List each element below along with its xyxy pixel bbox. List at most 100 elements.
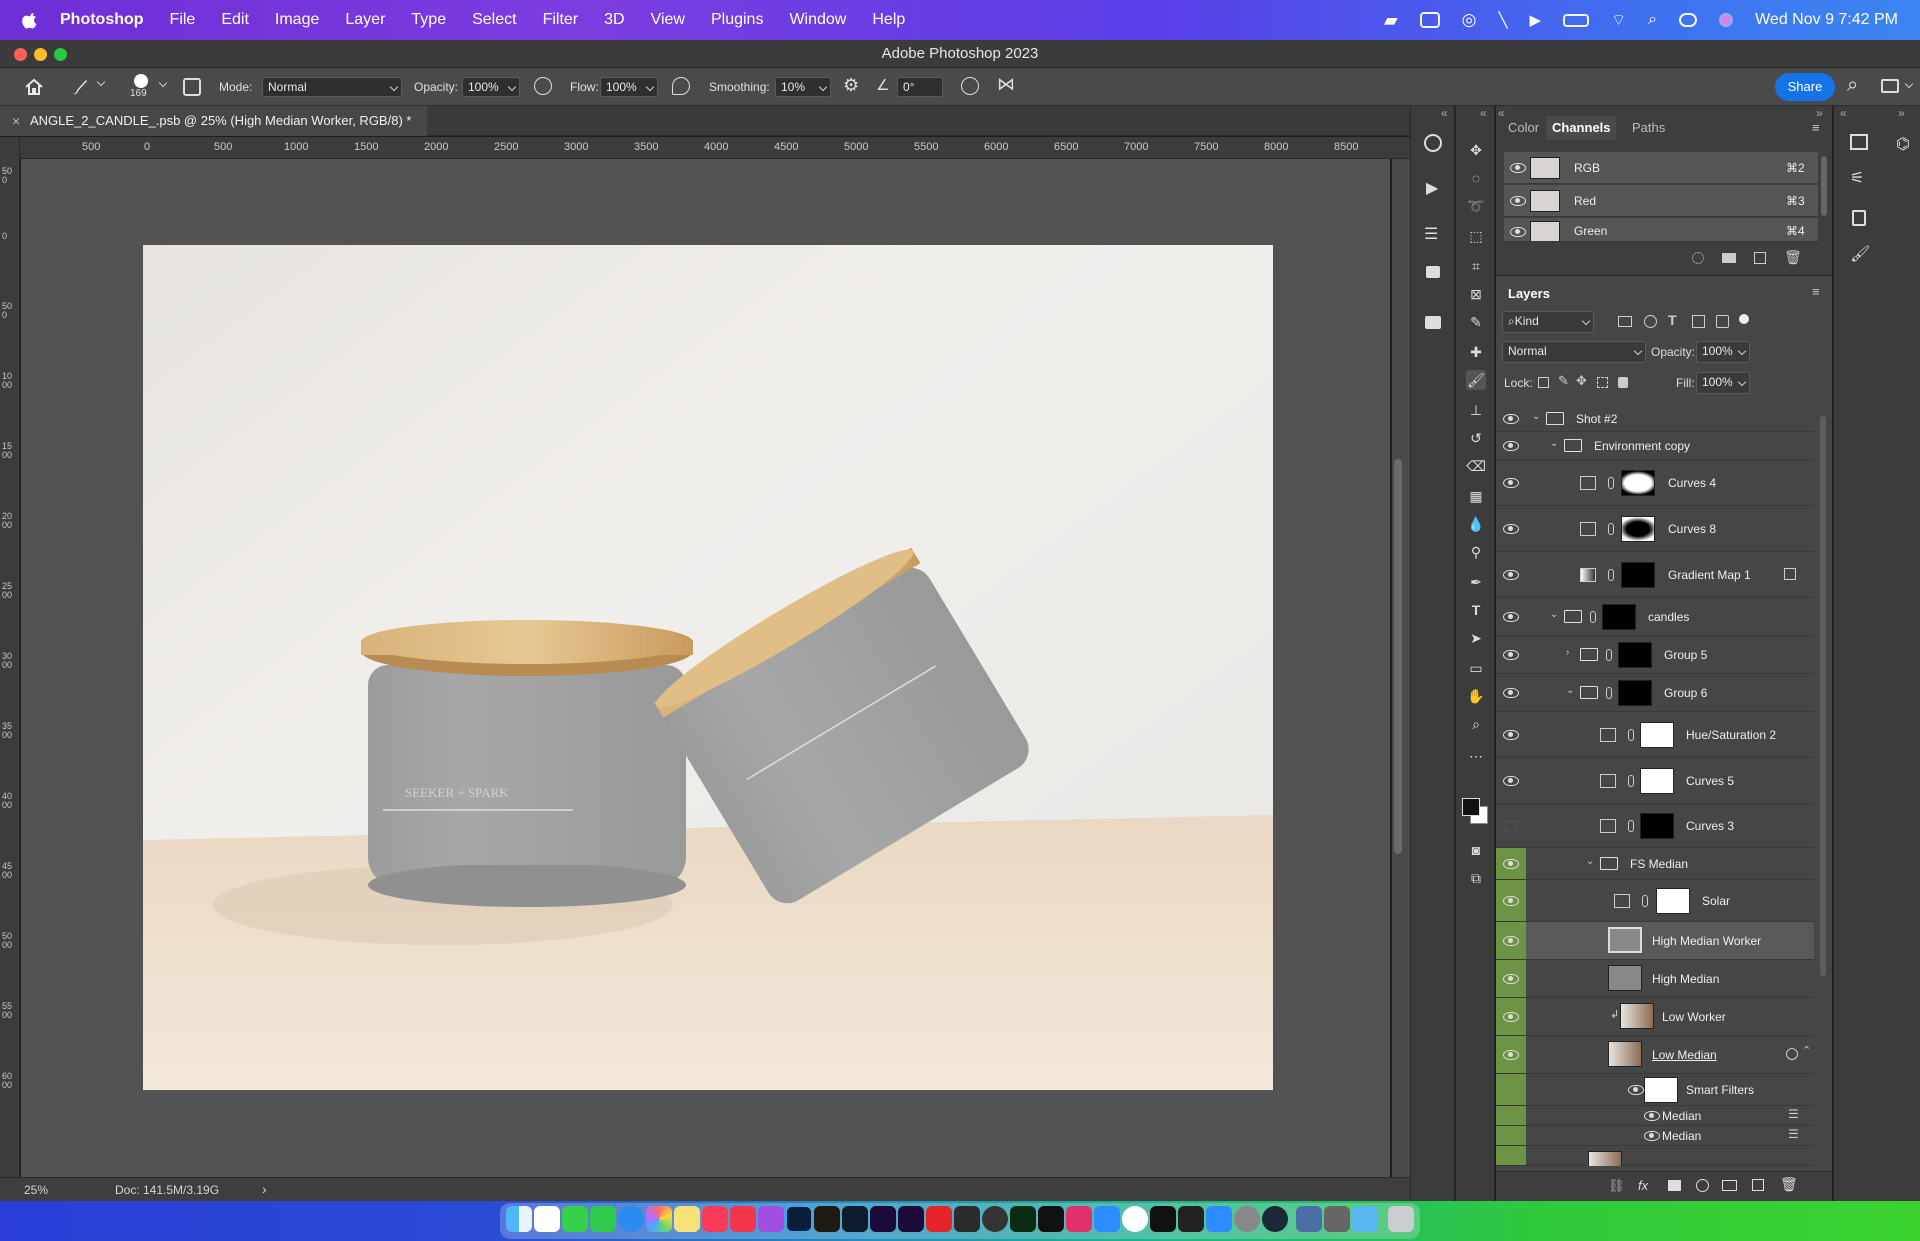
- link-icon[interactable]: [1606, 649, 1612, 661]
- save-selection-channel-icon[interactable]: [1722, 253, 1736, 263]
- more-tools-icon[interactable]: ⋯: [1466, 746, 1486, 766]
- airbrush-icon[interactable]: [672, 77, 690, 95]
- tab-channels[interactable]: Channels: [1552, 120, 1611, 140]
- menu-filter[interactable]: Filter: [543, 11, 579, 29]
- new-channel-icon[interactable]: [1754, 252, 1766, 264]
- opacity-chevron-icon[interactable]: [507, 82, 517, 92]
- menu-plugins[interactable]: Plugins: [711, 11, 763, 29]
- layer-opacity-chevron-icon[interactable]: [1737, 346, 1747, 356]
- layer-visibility[interactable]: [1496, 1036, 1526, 1073]
- comments-icon[interactable]: [1425, 316, 1441, 329]
- layer-row-high-median-worker[interactable]: High Median Worker: [1496, 922, 1814, 960]
- workspace-icon[interactable]: [1881, 79, 1899, 93]
- layer-visibility[interactable]: [1496, 406, 1526, 431]
- layer-visibility[interactable]: [1496, 758, 1526, 803]
- filter-adjustment-icon[interactable]: [1644, 315, 1657, 328]
- channel-row-green[interactable]: Green ⌘4: [1504, 218, 1818, 242]
- history-icon[interactable]: [1852, 210, 1866, 226]
- layer-visibility[interactable]: [1496, 960, 1526, 997]
- opacity-field[interactable]: 100%: [462, 77, 520, 97]
- vertical-ruler[interactable]: 500 0 500 1000 1500 2000 2500 3000 3500 4000 4500 5…: [0, 137, 20, 1177]
- channel-scrollbar[interactable]: [1821, 156, 1827, 216]
- flow-field[interactable]: 100%: [600, 77, 658, 97]
- filter-blending-options-icon[interactable]: ☰: [1788, 1107, 1799, 1121]
- layer-row-curves-4[interactable]: Curves 4: [1496, 460, 1814, 506]
- expand-chevron-icon[interactable]: ⌄: [1532, 411, 1540, 422]
- menu-window[interactable]: Window: [789, 11, 846, 29]
- lock-transparent-icon[interactable]: [1538, 377, 1549, 388]
- menu-app-name[interactable]: Photoshop: [60, 11, 144, 29]
- object-selection-tool-icon[interactable]: ⬚: [1466, 226, 1486, 246]
- link-icon[interactable]: [1608, 477, 1614, 489]
- instagram-app-icon[interactable]: [1066, 1206, 1092, 1232]
- layer-row-solar[interactable]: Solar: [1496, 880, 1814, 922]
- layer-mask-thumbnail[interactable]: [1640, 813, 1674, 839]
- layer-thumbnail[interactable]: [1608, 927, 1642, 953]
- screen-mode-icon[interactable]: ⧉: [1466, 868, 1486, 888]
- wifi-icon[interactable]: ⌔: [1611, 10, 1626, 30]
- channel-row-rgb[interactable]: RGB ⌘2: [1504, 152, 1818, 184]
- bridge-icon[interactable]: [814, 1206, 840, 1232]
- filter-visibility-icon[interactable]: [1644, 1131, 1660, 1141]
- media-encoder-icon[interactable]: [898, 1206, 924, 1232]
- link-icon[interactable]: [1608, 569, 1614, 581]
- smart-filters-visibility-icon[interactable]: [1628, 1085, 1644, 1095]
- rectangle-tool-icon[interactable]: ▭: [1466, 658, 1486, 678]
- trash-icon[interactable]: [1388, 1206, 1414, 1232]
- document-image[interactable]: SEEKER + SPARK: [143, 245, 1273, 1090]
- collapse-dock-icon[interactable]: «: [1840, 106, 1847, 120]
- swatches-grid-icon[interactable]: [1850, 134, 1868, 150]
- properties-sliders-icon[interactable]: ☰: [1424, 224, 1438, 244]
- channel-row-red[interactable]: Red ⌘3: [1504, 185, 1818, 217]
- lock-image-icon[interactable]: ✎: [1558, 373, 1569, 389]
- expand-chevron-icon[interactable]: ⌄: [1586, 856, 1594, 867]
- pen-tool-icon[interactable]: ✒: [1466, 572, 1486, 592]
- panel-menu-icon[interactable]: ≡: [1812, 120, 1820, 135]
- safari-icon[interactable]: [618, 1206, 644, 1232]
- layer-visibility-hidden[interactable]: [1496, 804, 1526, 847]
- news-icon[interactable]: [730, 1206, 756, 1232]
- layer-visibility[interactable]: [1496, 552, 1526, 597]
- actions-play-icon[interactable]: ▶: [1426, 178, 1438, 198]
- layer-row-shot-2[interactable]: ⌄ Shot #2: [1496, 406, 1814, 432]
- brush-preview-icon[interactable]: [134, 74, 148, 88]
- foreground-color-swatch[interactable]: [1462, 798, 1480, 816]
- layer-fill-field[interactable]: 100%: [1696, 372, 1750, 394]
- fx-icon[interactable]: fx: [1638, 1178, 1648, 1193]
- layer-row-curves-3[interactable]: Curves 3: [1496, 804, 1814, 848]
- collapse-panel-left-icon[interactable]: «: [1498, 106, 1505, 120]
- expand-chevron-icon[interactable]: ⌄: [1550, 609, 1558, 620]
- workspace-chevron-icon[interactable]: [1904, 79, 1914, 89]
- spotlight-search-icon[interactable]: ⌕: [1648, 11, 1657, 29]
- close-window-button[interactable]: [14, 48, 27, 61]
- layer-thumbnail[interactable]: [1608, 1041, 1642, 1067]
- link-icon[interactable]: [1628, 820, 1634, 832]
- layer-row-gradient-map-1[interactable]: Gradient Map 1: [1496, 552, 1814, 598]
- libraries-icon[interactable]: [1426, 266, 1440, 278]
- collapse-toolbar-icon[interactable]: «: [1480, 106, 1487, 120]
- layer-row-median-filter-1[interactable]: Median ☰: [1496, 1106, 1814, 1126]
- minimize-window-button[interactable]: [34, 48, 47, 61]
- apple-icon[interactable]: [20, 10, 40, 30]
- layer-visibility[interactable]: [1496, 432, 1526, 459]
- pen-status-icon[interactable]: ╲: [1499, 11, 1508, 29]
- layer-mask-thumbnail[interactable]: [1640, 768, 1674, 794]
- flow-chevron-icon[interactable]: [645, 82, 655, 92]
- layer-blend-mode[interactable]: Normal: [1502, 341, 1646, 363]
- brush-preset-chevron-icon[interactable]: [158, 78, 168, 88]
- layer-row-group-5[interactable]: › Group 5: [1496, 636, 1814, 674]
- layer-mask-thumbnail[interactable]: [1621, 516, 1655, 542]
- layer-row-high-median[interactable]: High Median: [1496, 960, 1814, 998]
- crop-tool-icon[interactable]: ⌗: [1466, 256, 1486, 276]
- hash-app-icon[interactable]: [1150, 1206, 1176, 1232]
- messages-icon[interactable]: [562, 1206, 588, 1232]
- share-button[interactable]: Share: [1775, 73, 1835, 101]
- new-adjustment-icon[interactable]: [1696, 1179, 1709, 1192]
- layer-row-fs-median[interactable]: ⌄ FS Median: [1496, 848, 1814, 880]
- calculator-icon[interactable]: [1324, 1206, 1350, 1232]
- smoothing-chevron-icon[interactable]: [818, 82, 828, 92]
- expand-chevron-icon[interactable]: ›: [1566, 647, 1569, 658]
- lock-artboard-icon[interactable]: [1597, 377, 1608, 388]
- lightroom-classic-icon[interactable]: [842, 1206, 868, 1232]
- expand-panel-right-icon[interactable]: »: [1816, 106, 1823, 120]
